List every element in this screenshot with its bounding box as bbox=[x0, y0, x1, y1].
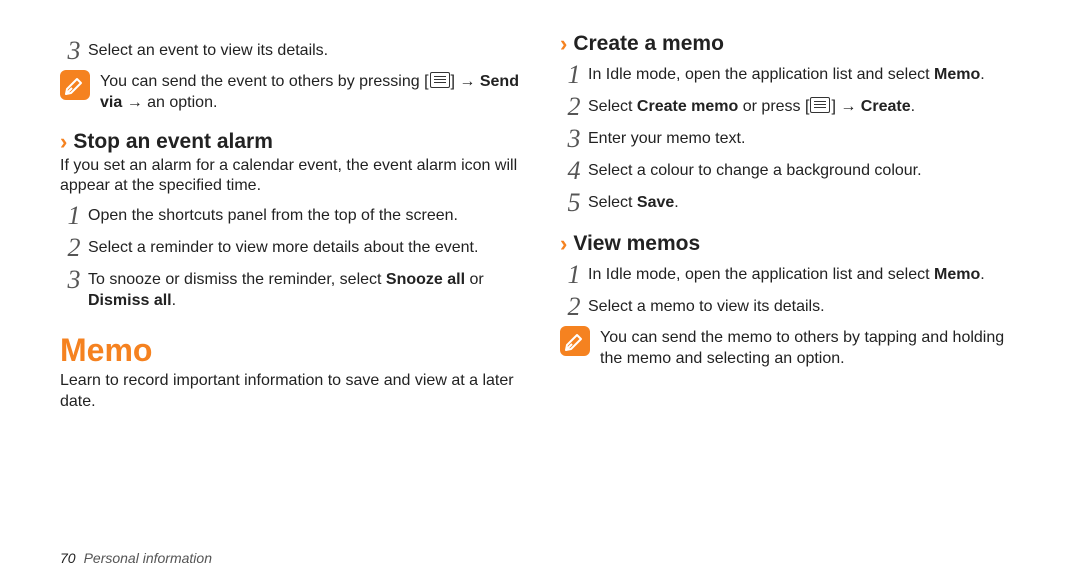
step-text: Select a reminder to view more details a… bbox=[88, 235, 478, 259]
step-text: Select an event to view its details. bbox=[88, 38, 328, 62]
step-text: Select Save. bbox=[588, 190, 679, 214]
step-numeral: 2 bbox=[560, 294, 588, 320]
step-numeral: 4 bbox=[560, 158, 588, 184]
chevron-icon: › bbox=[560, 233, 567, 255]
right-column: › Create a memo 1 In Idle mode, open the… bbox=[560, 32, 1030, 566]
heading-memo: Memo bbox=[60, 332, 530, 369]
note-icon bbox=[60, 70, 90, 100]
step-text: Enter your memo text. bbox=[588, 126, 745, 150]
heading-create-memo: › Create a memo bbox=[560, 32, 1030, 56]
create-step-5: 5 Select Save. bbox=[560, 190, 1030, 216]
step-text: Open the shortcuts panel from the top of… bbox=[88, 203, 458, 227]
note-text: You can send the event to others by pres… bbox=[100, 70, 530, 114]
step-numeral: 2 bbox=[560, 94, 588, 120]
manual-page: 3 Select an event to view its details. Y… bbox=[0, 0, 1080, 586]
footer-section: Personal information bbox=[84, 550, 212, 566]
step-text: To snooze or dismiss the reminder, selec… bbox=[88, 267, 530, 312]
page-footer: 70 Personal information bbox=[60, 550, 212, 566]
note-send-event: You can send the event to others by pres… bbox=[60, 70, 530, 114]
menu-icon bbox=[810, 97, 830, 113]
step-numeral: 5 bbox=[560, 190, 588, 216]
left-column: 3 Select an event to view its details. Y… bbox=[60, 32, 530, 566]
note-send-memo: You can send the memo to others by tappi… bbox=[560, 326, 1030, 370]
stop-intro-text: If you set an alarm for a calendar event… bbox=[60, 156, 530, 198]
step-numeral: 2 bbox=[60, 235, 88, 261]
step-numeral: 3 bbox=[560, 126, 588, 152]
create-step-3: 3 Enter your memo text. bbox=[560, 126, 1030, 152]
stop-step-3: 3 To snooze or dismiss the reminder, sel… bbox=[60, 267, 530, 312]
step-numeral: 3 bbox=[60, 38, 88, 64]
step-3-view-details: 3 Select an event to view its details. bbox=[60, 38, 530, 64]
step-text: Select a colour to change a background c… bbox=[588, 158, 922, 182]
step-text: In Idle mode, open the application list … bbox=[588, 262, 985, 286]
create-step-1: 1 In Idle mode, open the application lis… bbox=[560, 62, 1030, 88]
heading-stop-event-alarm: › Stop an event alarm bbox=[60, 130, 530, 154]
memo-intro-text: Learn to record important information to… bbox=[60, 371, 530, 413]
step-text: Select Create memo or press [] → Create. bbox=[588, 94, 915, 118]
create-step-4: 4 Select a colour to change a background… bbox=[560, 158, 1030, 184]
create-step-2: 2 Select Create memo or press [] → Creat… bbox=[560, 94, 1030, 120]
view-step-2: 2 Select a memo to view its details. bbox=[560, 294, 1030, 320]
stop-step-1: 1 Open the shortcuts panel from the top … bbox=[60, 203, 530, 229]
page-number: 70 bbox=[60, 550, 76, 566]
chevron-icon: › bbox=[560, 33, 567, 55]
heading-view-memos: › View memos bbox=[560, 232, 1030, 256]
stop-step-2: 2 Select a reminder to view more details… bbox=[60, 235, 530, 261]
note-icon bbox=[560, 326, 590, 356]
chevron-icon: › bbox=[60, 131, 67, 153]
note-text: You can send the memo to others by tappi… bbox=[600, 326, 1030, 370]
step-numeral: 1 bbox=[560, 262, 588, 288]
step-numeral: 1 bbox=[560, 62, 588, 88]
view-step-1: 1 In Idle mode, open the application lis… bbox=[560, 262, 1030, 288]
step-text: In Idle mode, open the application list … bbox=[588, 62, 985, 86]
step-text: Select a memo to view its details. bbox=[588, 294, 825, 318]
step-numeral: 3 bbox=[60, 267, 88, 293]
menu-icon bbox=[430, 72, 450, 88]
step-numeral: 1 bbox=[60, 203, 88, 229]
